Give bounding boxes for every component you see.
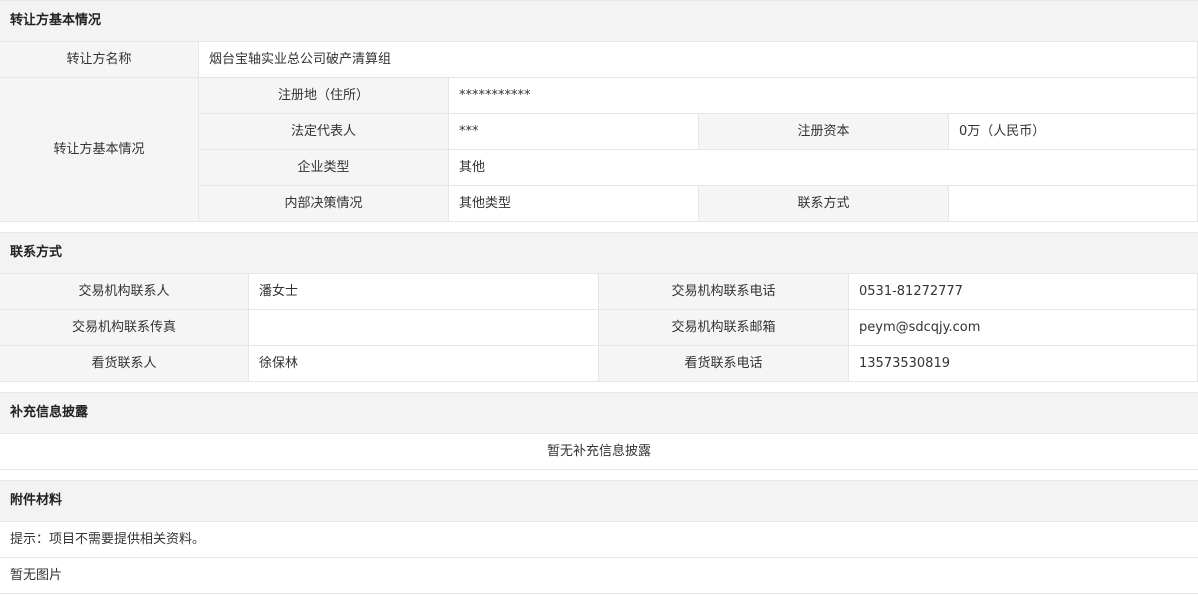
capital-value: 0万（人民币） bbox=[949, 114, 1198, 150]
agency-email-label: 交易机构联系邮箱 bbox=[599, 310, 849, 346]
agency-phone-label: 交易机构联系电话 bbox=[599, 274, 849, 310]
viewing-phone-label: 看货联系电话 bbox=[599, 346, 849, 382]
viewing-contact-label: 看货联系人 bbox=[0, 346, 249, 382]
transferor-name-value: 烟台宝轴实业总公司破产清算组 bbox=[199, 42, 1198, 78]
internal-decision-value: 其他类型 bbox=[449, 186, 699, 222]
company-type-value: 其他 bbox=[449, 150, 1198, 186]
agency-fax-label: 交易机构联系传真 bbox=[0, 310, 249, 346]
section-contact-header: 联系方式 bbox=[0, 232, 1198, 274]
company-type-label: 企业类型 bbox=[199, 150, 449, 186]
capital-label: 注册资本 bbox=[699, 114, 949, 150]
transferor-contact-label: 联系方式 bbox=[699, 186, 949, 222]
attachments-no-images-text: 暂无图片 bbox=[0, 558, 1198, 594]
internal-decision-label: 内部决策情况 bbox=[199, 186, 449, 222]
legal-rep-label: 法定代表人 bbox=[199, 114, 449, 150]
viewing-contact-value: 徐保林 bbox=[249, 346, 599, 382]
agency-contact-label: 交易机构联系人 bbox=[0, 274, 249, 310]
agency-phone-value: 0531-81272777 bbox=[849, 274, 1198, 310]
section-supplement-header: 补充信息披露 bbox=[0, 392, 1198, 434]
address-label: 注册地（住所） bbox=[199, 78, 449, 114]
agency-fax-value bbox=[249, 310, 599, 346]
section-attachments-header: 附件材料 bbox=[0, 480, 1198, 522]
transferor-basic-label: 转让方基本情况 bbox=[0, 78, 199, 222]
agency-email-value: peym@sdcqjy.com bbox=[849, 310, 1198, 346]
transferor-contact-value bbox=[949, 186, 1198, 222]
address-value: *********** bbox=[449, 78, 1198, 114]
attachments-tip-text: 提示：项目不需要提供相关资料。 bbox=[0, 522, 1198, 558]
agency-contact-value: 潘女士 bbox=[249, 274, 599, 310]
transferor-name-label: 转让方名称 bbox=[0, 42, 199, 78]
supplement-empty-text: 暂无补充信息披露 bbox=[0, 434, 1198, 470]
viewing-phone-value: 13573530819 bbox=[849, 346, 1198, 382]
legal-rep-value: *** bbox=[449, 114, 699, 150]
section-transferor-header: 转让方基本情况 bbox=[0, 0, 1198, 42]
